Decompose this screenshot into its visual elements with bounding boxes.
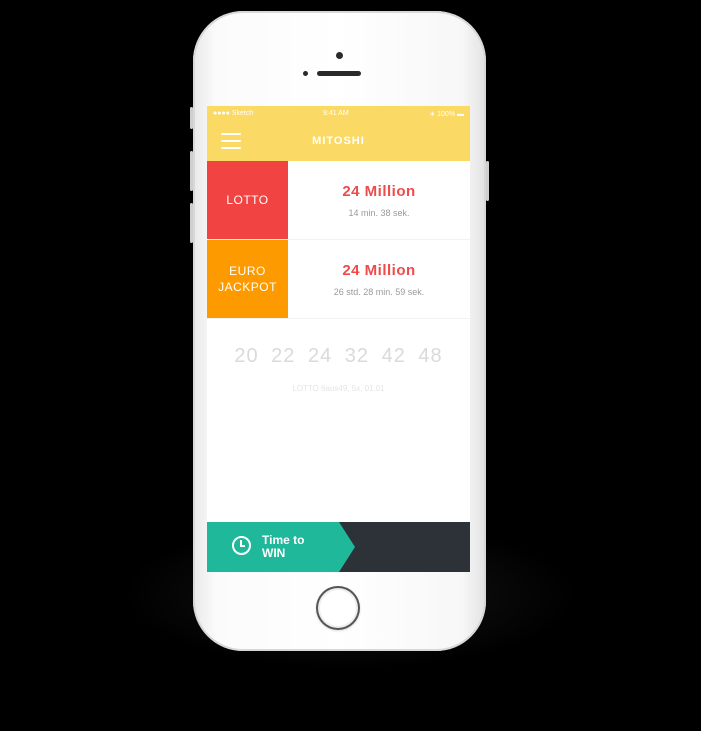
eurojackpot-countdown: 26 std. 28 min. 59 sek. [333,287,425,297]
eurojackpot-amount: 24 Million [342,262,416,279]
draw-caption: LOTTO 6aus49, 5x, 01.01 [292,384,385,393]
eurojackpot-tag: EURO JACKPOT [207,240,288,318]
lotto-tag: LOTTO [207,161,288,239]
clock-icon [232,536,251,555]
draw-number: 24 [307,345,333,367]
power-button [486,161,489,201]
lotto-amount: 24 Million [342,183,416,200]
time-to-win-label: Time to WIN [262,534,304,560]
lotto-row[interactable]: LOTTO 24 Million 14 min. 38 sek. [207,161,470,240]
time-to-win-line2: WIN [262,546,286,560]
status-bar: ●●●● Sketch 9:41 AM ∗ 100% ▬ [207,106,470,123]
eurojackpot-label-line2: JACKPOT [218,280,277,294]
time-to-win-button[interactable]: Time to WIN [207,522,355,572]
battery-label: ∗ 100% ▬ [429,111,464,118]
home-button[interactable] [316,586,360,630]
draw-number: 48 [418,345,443,367]
draw-numbers: 20 22 24 32 42 48 [207,345,470,368]
volume-down-button [190,203,193,243]
draw-number: 20 [234,345,259,367]
app-title: MITOSHI [312,135,365,147]
eurojackpot-info: 24 Million 26 std. 28 min. 59 sek. [288,240,470,318]
mute-switch [190,107,193,129]
bottom-bar: Time to WIN [207,522,470,572]
app-screen: ●●●● Sketch 9:41 AM ∗ 100% ▬ MITOSHI LOT… [207,106,470,572]
eurojackpot-label-line1: EURO [229,264,266,278]
phone-frame: ●●●● Sketch 9:41 AM ∗ 100% ▬ MITOSHI LOT… [190,11,489,651]
lotto-label: LOTTO [226,193,269,207]
nav-bar: MITOSHI [207,123,470,161]
draw-number: 22 [271,345,296,367]
lotto-info: 24 Million 14 min. 38 sek. [288,161,470,239]
draw-number: 42 [381,345,406,367]
proximity-sensor [336,52,343,59]
volume-up-button [190,151,193,191]
front-camera [303,71,308,76]
draw-number: 32 [344,345,370,367]
carrier-label: ●●●● Sketch [213,110,254,117]
lotto-countdown: 14 min. 38 sek. [348,208,410,218]
clock-label: 9:41 AM [323,110,349,117]
earpiece-speaker [317,71,361,76]
eurojackpot-row[interactable]: EURO JACKPOT 24 Million 26 std. 28 min. … [207,240,470,319]
